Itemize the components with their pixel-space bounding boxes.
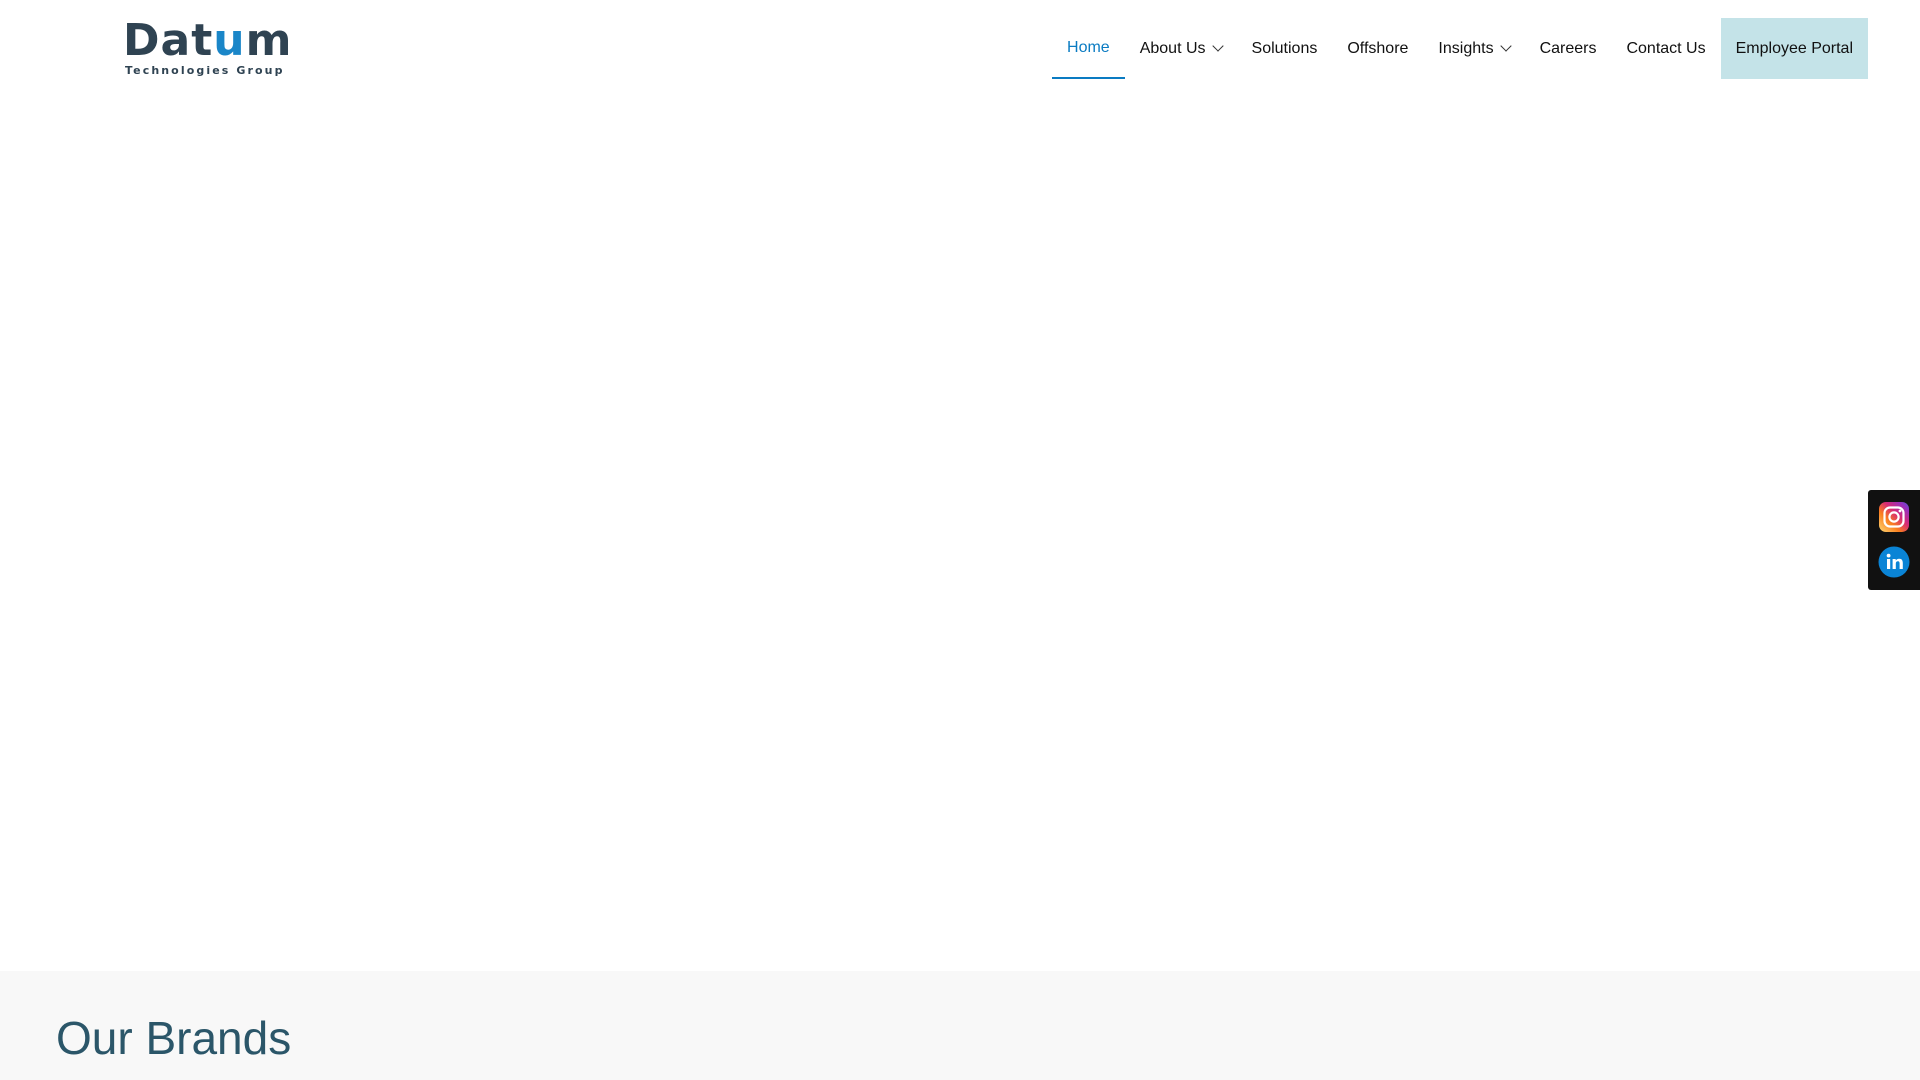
- nav-home[interactable]: Home: [1052, 18, 1125, 79]
- brands-section: Our Brands: [0, 971, 1920, 1080]
- nav-home-label: Home: [1067, 38, 1110, 56]
- brands-title: Our Brands: [56, 1012, 292, 1064]
- nav-offshore[interactable]: Offshore: [1332, 18, 1423, 79]
- nav-contact-us[interactable]: Contact Us: [1611, 18, 1720, 79]
- logo-wordmark: Datum: [123, 15, 293, 66]
- instagram-icon[interactable]: [1878, 501, 1910, 533]
- employee-portal-button[interactable]: Employee Portal: [1720, 18, 1868, 79]
- nav-solutions[interactable]: Solutions: [1237, 18, 1333, 79]
- nav-offshore-label: Offshore: [1347, 39, 1409, 57]
- linkedin-icon[interactable]: [1878, 546, 1910, 578]
- nav-careers[interactable]: Careers: [1525, 18, 1612, 79]
- nav-insights-label: Insights: [1438, 39, 1494, 57]
- datum-logo[interactable]: Datum Technologies Group: [123, 18, 291, 78]
- nav-solutions-label: Solutions: [1251, 39, 1318, 57]
- nav-insights[interactable]: Insights: [1423, 18, 1524, 79]
- employee-portal-label: Employee Portal: [1735, 39, 1853, 57]
- chevron-down-icon: [1211, 40, 1224, 52]
- nav-about-us[interactable]: About Us: [1125, 18, 1237, 79]
- social-sidebar: [1868, 490, 1920, 590]
- nav-about-us-label: About Us: [1139, 39, 1206, 57]
- nav-careers-label: Careers: [1539, 39, 1597, 57]
- site-header: Datum Technologies Group Home About Us S…: [0, 0, 1920, 96]
- logo-tagline: Technologies Group: [125, 64, 285, 77]
- chevron-down-icon: [1499, 40, 1512, 52]
- main-nav: Home About Us Solutions Offshore Insight…: [1052, 18, 1868, 79]
- nav-contact-us-label: Contact Us: [1626, 39, 1706, 57]
